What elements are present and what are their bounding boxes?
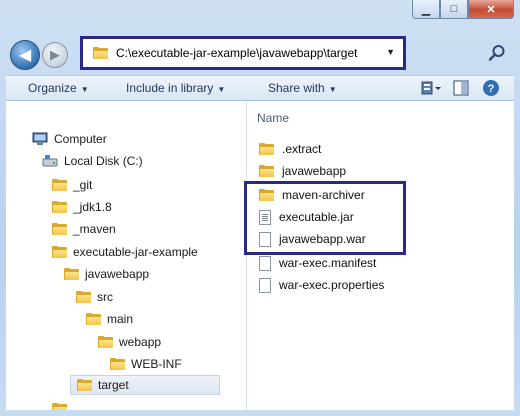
tree-item-src[interactable]: src [76,287,113,307]
folder-icon [52,201,67,213]
folder-icon [259,143,274,155]
tree-item-web-inf[interactable]: WEB-INF [110,354,182,374]
address-path[interactable]: C:\executable-jar-example\javawebapp\tar… [116,46,357,60]
tree-item-partial[interactable] [52,399,67,410]
tree-item-executable-jar-example[interactable]: executable-jar-example [52,242,198,262]
file-item-war-exec-properties[interactable]: war-exec.properties [259,275,384,295]
folder-icon [77,379,92,391]
file-icon [259,277,271,293]
folder-icon [259,165,274,177]
name-column-header[interactable]: Name [257,111,289,125]
close-button[interactable]: ✕ [468,0,514,19]
tree-item-label: Local Disk (C:) [64,154,143,168]
help-icon[interactable]: ? [482,79,500,97]
share-with-menu[interactable]: Share with ▼ [268,81,337,95]
navigation-pane: Computer Local Disk (C:) _git _jdk1.8 _m… [6,101,247,410]
address-bar[interactable]: C:\executable-jar-example\javawebapp\tar… [80,36,406,70]
forward-button[interactable]: ▶ [42,42,68,68]
tree-item-label: main [107,312,134,326]
preview-pane-icon[interactable] [452,79,470,97]
file-item-label: javawebapp [282,164,347,178]
folder-icon [76,291,91,303]
file-item-label: .extract [282,142,322,156]
file-list-pane: Name .extract javawebapp maven-archiver … [247,101,514,410]
folder-icon [52,246,67,258]
forward-arrow-icon: ▶ [50,47,60,62]
drive-icon [42,155,58,167]
tree-item-label: _git [73,178,93,192]
include-label: Include in library [126,81,214,95]
file-item-war-exec-manifest[interactable]: war-exec.manifest [259,253,376,273]
file-item-extract[interactable]: .extract [259,139,321,159]
chevron-down-icon: ▼ [80,85,89,94]
folder-icon [98,336,113,348]
tree-item-maven[interactable]: _maven [52,219,116,239]
file-item-javawebapp[interactable]: javawebapp [259,161,346,181]
chevron-down-icon: ▼ [328,85,337,94]
tree-item-label: src [97,290,113,304]
tree-item-webapp[interactable]: webapp [98,332,161,352]
tree-item-label: _jdk1.8 [73,200,112,214]
folder-icon [110,358,125,370]
folder-icon [52,179,67,191]
file-item-label: war-exec.properties [279,278,385,292]
share-label: Share with [268,81,325,95]
tree-item-label: target [98,378,129,392]
back-button[interactable]: ◀ [10,40,40,70]
tree-item-label: webapp [119,335,162,349]
chevron-down-icon: ▼ [217,85,226,94]
explorer-window: ▁ □ ✕ ◀ ▶ C:\executable-jar-example\java… [0,0,520,416]
tree-item-main[interactable]: main [86,309,133,329]
tree-item-label: WEB-INF [131,357,182,371]
computer-icon [32,132,48,145]
folder-icon [52,403,67,410]
svg-text:?: ? [488,83,495,95]
include-in-library-menu[interactable]: Include in library ▼ [126,81,225,95]
command-bar: Organize ▼ Include in library ▼ Share with… [6,75,514,101]
tree-item-computer[interactable]: Computer [32,129,107,149]
tree-item-label: _maven [73,222,116,236]
back-arrow-icon: ◀ [18,47,32,64]
tree-item-target[interactable]: target [70,375,220,395]
file-icon [259,255,271,271]
tree-item-label: Computer [54,132,107,146]
tree-item-label: javawebapp [85,267,150,281]
folder-icon [93,47,108,59]
folder-icon [86,313,101,325]
file-item-label: war-exec.manifest [279,256,377,270]
caption-buttons: ▁ □ ✕ [412,0,514,20]
folder-icon [52,223,67,235]
annotation-highlight-box [244,181,406,255]
organize-menu[interactable]: Organize ▼ [28,81,89,95]
view-options-icon[interactable] [420,79,442,97]
organize-label: Organize [28,81,77,95]
maximize-button[interactable]: □ [440,0,468,19]
search-icon[interactable] [488,44,506,62]
minimize-button[interactable]: ▁ [412,0,440,19]
tree-item-local-disk[interactable]: Local Disk (C:) [42,151,143,171]
tree-item-javawebapp[interactable]: javawebapp [64,264,149,284]
folder-icon [64,268,79,280]
tree-item-jdk[interactable]: _jdk1.8 [52,197,112,217]
tree-item-label: executable-jar-example [73,245,198,259]
address-dropdown-icon[interactable]: ▼ [386,47,395,57]
tree-item-git[interactable]: _git [52,175,92,195]
